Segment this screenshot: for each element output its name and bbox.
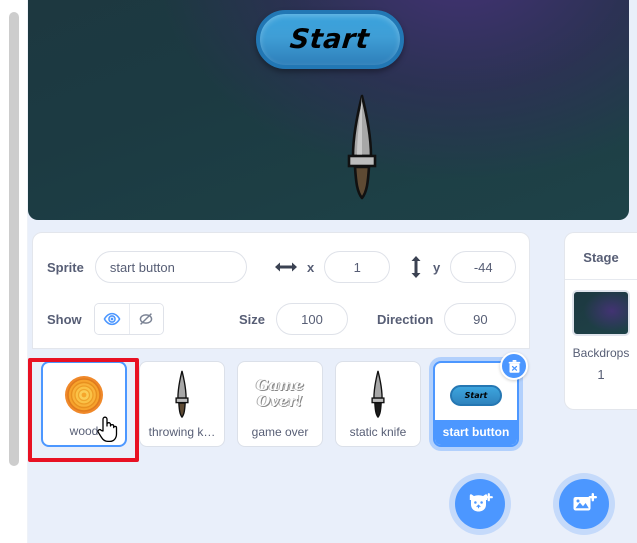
sprite-name-label: Sprite	[47, 259, 84, 275]
hide-sprite-button[interactable]	[128, 304, 163, 334]
wood-rings-icon	[65, 376, 103, 414]
sprite-tile-start-button[interactable]: Start start button	[433, 352, 528, 447]
choose-a-backdrop-button[interactable]	[559, 479, 609, 529]
direction-label: Direction	[377, 311, 434, 327]
eye-icon	[103, 312, 121, 326]
size-value: 100	[301, 311, 323, 327]
game-over-line2: Over!	[257, 392, 303, 410]
show-toggle-group[interactable]	[93, 303, 164, 335]
sprite-thumb-static-knife	[336, 368, 420, 420]
sprite-name-static-knife: static knife	[349, 425, 407, 439]
sprite-info-panel: Sprite start button x 1 y -44 Show Size …	[32, 232, 530, 349]
stage-start-button-label: Start	[288, 24, 372, 55]
stage-area: Start	[28, 0, 637, 227]
sprite-thumb-throwing-knife	[140, 368, 224, 420]
x-value: 1	[353, 259, 361, 275]
sprite-thumb-game-over: Game Over!	[238, 368, 322, 420]
cat-plus-icon	[469, 493, 493, 512]
stage-panel-title: Stage	[583, 250, 619, 265]
y-value: -44	[473, 259, 493, 275]
start-button-thumb-label: Start	[464, 390, 488, 400]
stage-canvas[interactable]: Start	[28, 0, 629, 220]
sprite-name-start-button: start button	[435, 420, 517, 445]
sprite-pane: Sprite start button x 1 y -44 Show Size …	[28, 232, 530, 538]
backdrops-count: 1	[597, 367, 605, 382]
horizontal-arrows-icon	[275, 262, 297, 272]
x-input[interactable]: 1	[324, 251, 391, 283]
stage-start-button-sprite[interactable]: Start	[256, 10, 404, 69]
vertical-arrows-icon	[411, 256, 421, 278]
show-label: Show	[47, 311, 82, 327]
direction-input[interactable]: 90	[444, 303, 517, 335]
backdrops-label: Backdrops	[572, 346, 630, 360]
dagger-icon	[175, 370, 189, 418]
sprite-name-game-over: game over	[251, 425, 309, 439]
sprite-name-value: start button	[109, 259, 175, 275]
direction-value: 90	[473, 311, 488, 327]
sprite-thumb-wood	[43, 369, 125, 421]
scratch-editor-screenshot: Start Sprite start button x 1 y -44 Show…	[0, 0, 637, 543]
sprite-tile-static-knife[interactable]: static knife	[335, 361, 421, 447]
sprite-and-stage-panels: Sprite start button x 1 y -44 Show Size …	[28, 227, 637, 543]
page-scrollbar-track[interactable]	[0, 0, 28, 543]
eye-slash-icon	[139, 313, 153, 325]
y-label: y	[433, 259, 441, 275]
x-label: x	[307, 259, 315, 275]
y-input[interactable]: -44	[450, 251, 517, 283]
image-plus-icon	[573, 493, 597, 511]
sprite-tile-throwing-knife[interactable]: throwing k…	[139, 361, 225, 447]
dagger-icon	[371, 370, 385, 418]
dagger-icon[interactable]	[344, 94, 380, 200]
size-label: Size	[239, 311, 266, 327]
backdrop-thumbnail[interactable]	[572, 290, 630, 336]
page-scrollbar-thumb[interactable]	[9, 12, 19, 466]
size-input[interactable]: 100	[276, 303, 349, 335]
stage-card[interactable]: Stage Backdrops 1	[564, 232, 637, 410]
sprite-thumb-start-button: Start	[435, 369, 517, 421]
hand-pointer-cursor	[97, 416, 118, 443]
sprite-name-input[interactable]: start button	[94, 251, 247, 283]
choose-a-sprite-button[interactable]	[455, 479, 505, 529]
sprite-tile-game-over[interactable]: Game Over! game over	[237, 361, 323, 447]
stage-panel-divider	[565, 279, 637, 280]
sprite-name-throwing-knife: throwing k…	[148, 425, 216, 439]
show-sprite-button[interactable]	[94, 304, 129, 334]
